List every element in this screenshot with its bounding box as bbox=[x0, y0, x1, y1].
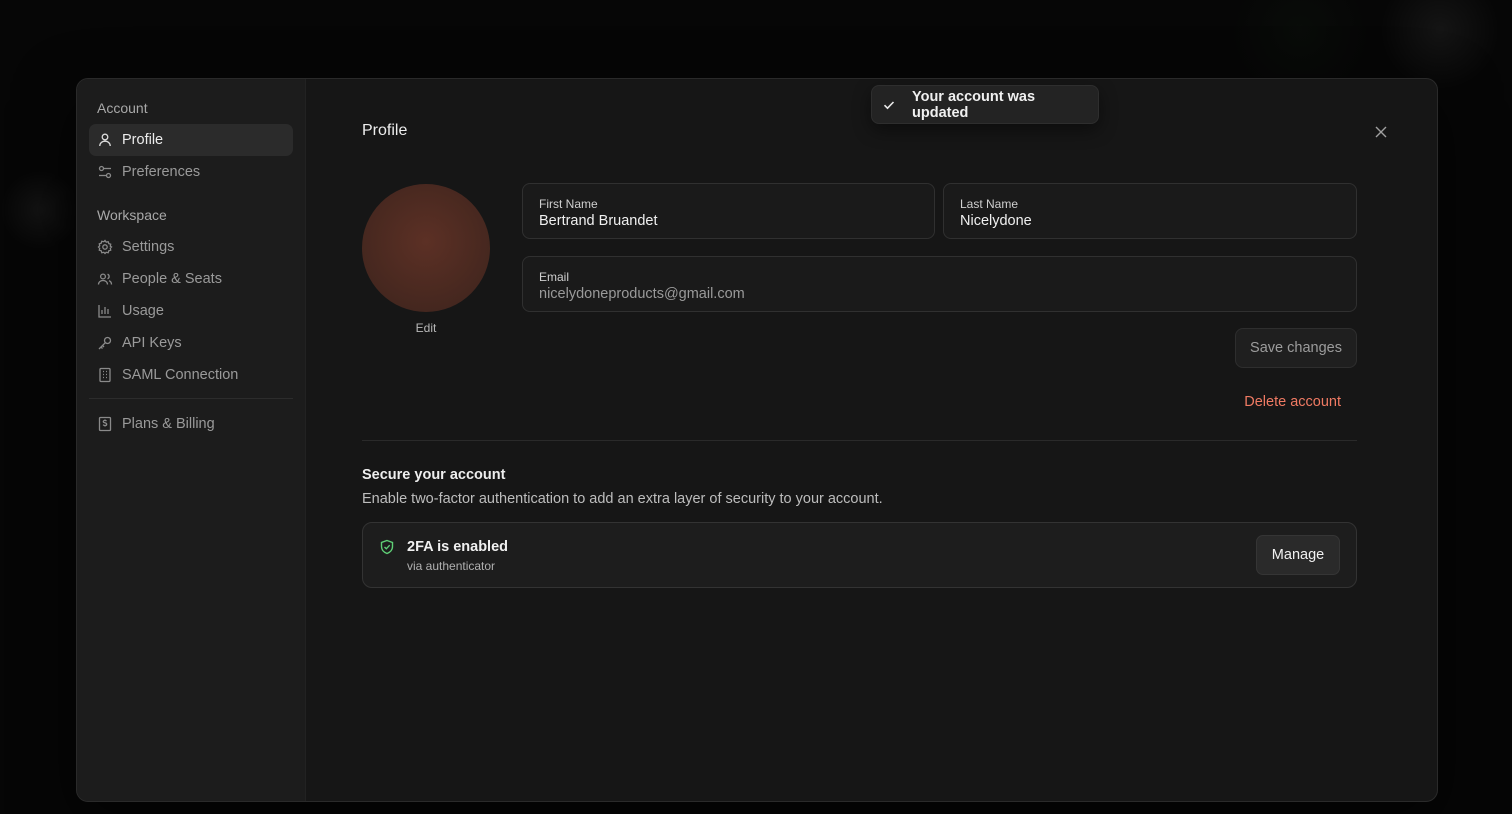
security-section-title: Secure your account bbox=[362, 467, 506, 483]
sidebar-item-saml-connection[interactable]: SAML Connection bbox=[89, 359, 293, 391]
sidebar-item-label: Usage bbox=[122, 303, 164, 319]
sidebar-item-settings[interactable]: Settings bbox=[89, 231, 293, 263]
field-label: First Name bbox=[539, 197, 598, 211]
first-name-field[interactable]: First Name Bertrand Bruandet bbox=[522, 183, 935, 239]
save-changes-button[interactable]: Save changes bbox=[1235, 328, 1357, 368]
twofa-status-title: 2FA is enabled bbox=[407, 539, 508, 555]
sidebar-item-label: Plans & Billing bbox=[122, 416, 215, 432]
sidebar-item-label: Preferences bbox=[122, 164, 201, 180]
avatar-edit-link[interactable]: Edit bbox=[362, 321, 490, 335]
sidebar-item-plans-billing[interactable]: Plans & Billing bbox=[89, 408, 293, 440]
security-section-description: Enable two-factor authentication to add … bbox=[362, 491, 883, 507]
sidebar-item-label: Profile bbox=[122, 132, 164, 148]
bar-chart-icon bbox=[97, 303, 113, 319]
email-input[interactable]: nicelydoneproducts@gmail.com bbox=[539, 285, 1340, 303]
sidebar-item-label: API Keys bbox=[122, 335, 182, 351]
last-name-field[interactable]: Last Name Nicelydone bbox=[943, 183, 1357, 239]
toast-message: Your account was updated bbox=[912, 88, 1036, 121]
twofa-status-card: 2FA is enabled via authenticator Manage bbox=[362, 522, 1357, 588]
key-icon bbox=[97, 335, 113, 351]
sidebar-divider bbox=[89, 398, 293, 399]
sidebar-item-people-seats[interactable]: People & Seats bbox=[89, 263, 293, 295]
shield-check-icon bbox=[379, 539, 395, 555]
email-field[interactable]: Email nicelydoneproducts@gmail.com bbox=[522, 256, 1357, 312]
user-icon bbox=[97, 132, 113, 148]
building-icon bbox=[97, 367, 113, 383]
profile-panel: Your account was updated Profile Edit Fi… bbox=[306, 79, 1437, 801]
field-label: Last Name bbox=[960, 197, 1019, 211]
success-toast: Your account was updated bbox=[871, 85, 1099, 124]
sidebar-item-profile[interactable]: Profile bbox=[89, 124, 293, 156]
sidebar-item-label: People & Seats bbox=[122, 271, 222, 287]
sliders-icon bbox=[97, 164, 113, 180]
workspace-section-title: Workspace bbox=[97, 207, 167, 223]
first-name-input[interactable]: Bertrand Bruandet bbox=[539, 212, 918, 230]
account-section-title: Account bbox=[97, 100, 148, 116]
field-label: Email bbox=[539, 270, 570, 284]
gear-icon bbox=[97, 239, 113, 255]
sidebar-item-api-keys[interactable]: API Keys bbox=[89, 327, 293, 359]
sidebar-item-label: Settings bbox=[122, 239, 175, 255]
section-divider bbox=[362, 440, 1357, 441]
settings-sidebar: Account Profile Preferences Workspace Se… bbox=[77, 79, 306, 801]
sidebar-item-label: SAML Connection bbox=[122, 367, 239, 383]
page-title: Profile bbox=[362, 122, 408, 139]
sidebar-item-usage[interactable]: Usage bbox=[89, 295, 293, 327]
twofa-status-subtitle: via authenticator bbox=[407, 559, 496, 573]
avatar[interactable] bbox=[362, 184, 490, 312]
delete-account-button[interactable]: Delete account bbox=[1243, 394, 1341, 410]
close-icon[interactable] bbox=[1373, 124, 1389, 140]
last-name-input[interactable]: Nicelydone bbox=[960, 212, 1340, 230]
manage-2fa-button[interactable]: Manage bbox=[1256, 535, 1340, 575]
check-icon bbox=[882, 98, 896, 112]
receipt-icon bbox=[97, 416, 113, 432]
users-icon bbox=[97, 271, 113, 287]
settings-modal: Account Profile Preferences Workspace Se… bbox=[76, 78, 1438, 802]
sidebar-item-preferences[interactable]: Preferences bbox=[89, 156, 293, 188]
